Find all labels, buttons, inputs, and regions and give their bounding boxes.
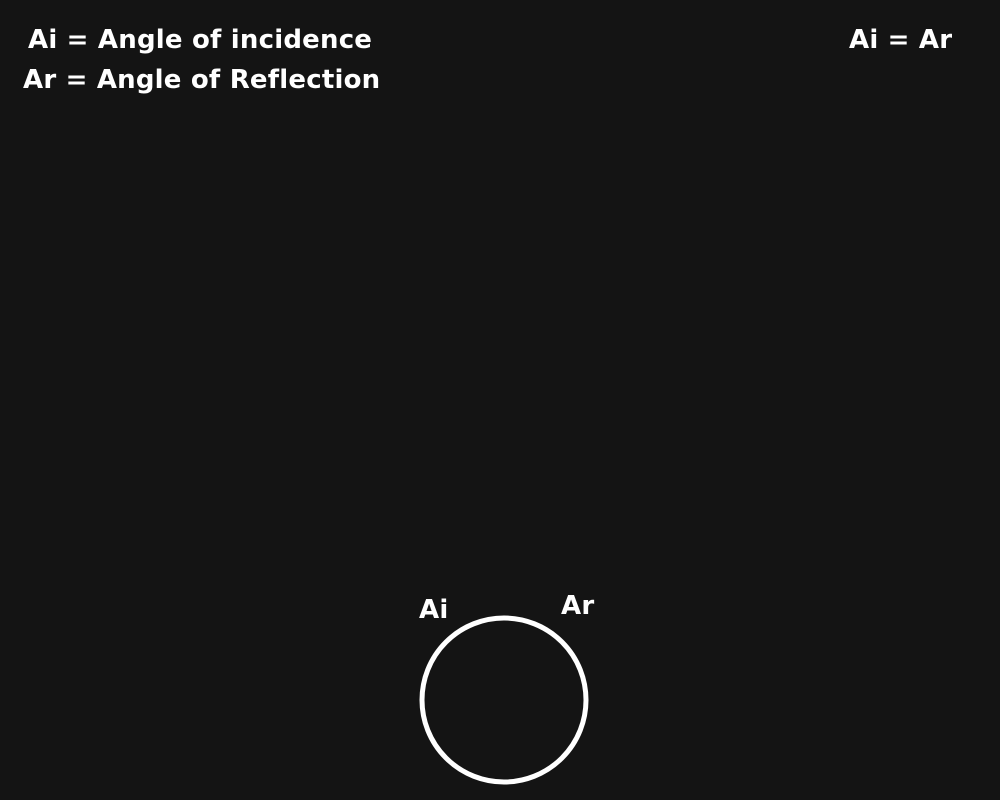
angle-of-incidence-label: Ai [419,595,449,625]
reflection-circle [419,615,589,785]
angle-of-reflection-label: Ar [561,591,595,621]
diagram-canvas: Ai = Angle of incidence Ar = Angle of Re… [0,0,1000,800]
reflection-diagram [419,615,589,785]
